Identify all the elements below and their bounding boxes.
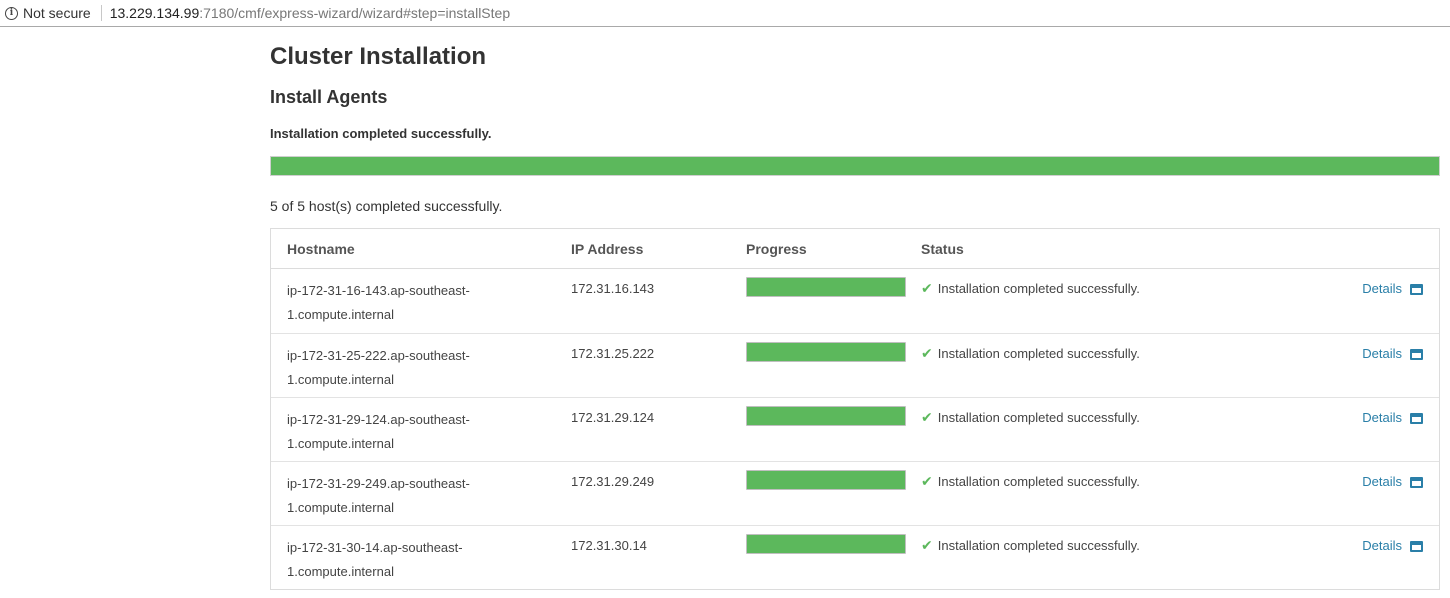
hostname-line1: ip-172-31-29-124.ap-southeast- <box>287 412 470 427</box>
table-row: ip-172-31-16-143.ap-southeast- 1.compute.… <box>271 269 1439 333</box>
table-row: ip-172-31-29-124.ap-southeast- 1.compute.… <box>271 397 1439 461</box>
host-progress-bar <box>746 406 906 426</box>
hostname-line1: ip-172-31-25-222.ap-southeast- <box>287 348 470 363</box>
security-label[interactable]: Not secure <box>23 5 91 21</box>
hostname-line2: 1.compute.internal <box>287 307 394 322</box>
table-header: Hostname IP Address Progress Status <box>271 229 1439 269</box>
header-status: Status <box>921 241 964 257</box>
check-icon: ✔ <box>921 538 933 554</box>
window-icon <box>1410 540 1423 552</box>
ip-address-cell: 172.31.25.222 <box>571 346 655 361</box>
check-icon: ✔ <box>921 474 933 490</box>
details-label: Details <box>1362 538 1402 553</box>
ip-address-cell: 172.31.16.143 <box>571 281 655 296</box>
header-ip-address: IP Address <box>571 241 644 257</box>
check-icon: ✔ <box>921 410 933 426</box>
status-text: Installation completed successfully. <box>937 281 1140 296</box>
hostname-line2: 1.compute.internal <box>287 564 394 579</box>
url-host: 13.229.134.99 <box>109 5 200 21</box>
details-link[interactable]: Details <box>1362 536 1423 556</box>
page-title: Cluster Installation <box>270 43 487 70</box>
details-label: Details <box>1362 281 1402 296</box>
status-text: Installation completed successfully. <box>937 538 1140 553</box>
status-text: Installation completed successfully. <box>937 410 1140 425</box>
hosts-summary: 5 of 5 host(s) completed successfully. <box>270 198 503 214</box>
check-icon: ✔ <box>921 281 933 297</box>
window-icon <box>1410 476 1423 488</box>
url-separator <box>100 5 102 21</box>
status-cell: ✔ Installation completed successfully. <box>921 408 1140 428</box>
info-circle-icon[interactable]: i <box>5 6 18 20</box>
status-cell: ✔ Installation completed successfully. <box>921 536 1140 556</box>
details-link[interactable]: Details <box>1362 472 1423 492</box>
check-icon: ✔ <box>921 346 933 362</box>
ip-address-cell: 172.31.29.249 <box>571 474 655 489</box>
status-cell: ✔ Installation completed successfully. <box>921 279 1140 299</box>
hostname-line1: ip-172-31-16-143.ap-southeast- <box>287 283 470 298</box>
window-icon <box>1410 412 1423 424</box>
overall-progress-fill <box>271 157 1439 175</box>
status-text: Installation completed successfully. <box>937 346 1140 361</box>
host-progress-bar <box>746 534 906 554</box>
host-progress-fill <box>747 407 905 425</box>
hostname-cell: ip-172-31-30-14.ap-southeast- 1.compute.i… <box>287 536 487 584</box>
status-cell: ✔ Installation completed successfully. <box>921 472 1140 492</box>
page-subtitle: Install Agents <box>270 87 388 107</box>
installation-status-message: Installation completed successfully. <box>270 126 492 141</box>
hostname-cell: ip-172-31-29-249.ap-southeast- 1.compute.… <box>287 472 487 520</box>
details-link[interactable]: Details <box>1362 344 1423 364</box>
table-row: ip-172-31-30-14.ap-southeast- 1.compute.i… <box>271 525 1439 589</box>
header-hostname: Hostname <box>287 241 355 257</box>
hostname-line2: 1.compute.internal <box>287 500 394 515</box>
host-progress-fill <box>747 343 905 361</box>
table-row: ip-172-31-25-222.ap-southeast- 1.compute.… <box>271 333 1439 397</box>
header-progress: Progress <box>746 241 807 257</box>
status-text: Installation completed successfully. <box>937 474 1140 489</box>
window-icon <box>1410 283 1423 295</box>
host-progress-fill <box>747 535 905 553</box>
table-row: ip-172-31-29-249.ap-southeast- 1.compute.… <box>271 461 1439 525</box>
hostname-cell: ip-172-31-25-222.ap-southeast- 1.compute.… <box>287 344 487 392</box>
url-field[interactable]: 13.229.134.99:7180/cmf/express-wizard/wi… <box>110 5 510 21</box>
host-progress-bar <box>746 342 906 362</box>
hostname-cell: ip-172-31-29-124.ap-southeast- 1.compute.… <box>287 408 487 456</box>
status-cell: ✔ Installation completed successfully. <box>921 344 1140 364</box>
details-label: Details <box>1362 346 1402 361</box>
url-path: :7180/cmf/express-wizard/wizard#step=ins… <box>199 5 511 21</box>
host-progress-bar <box>746 470 906 490</box>
hostname-line1: ip-172-31-29-249.ap-southeast- <box>287 476 470 491</box>
host-progress-fill <box>747 471 905 489</box>
hostname-line2: 1.compute.internal <box>287 436 394 451</box>
hostname-line2: 1.compute.internal <box>287 372 394 387</box>
hostname-cell: ip-172-31-16-143.ap-southeast- 1.compute.… <box>287 279 487 327</box>
hostname-line1: ip-172-31-30-14.ap-southeast- <box>287 540 463 555</box>
window-icon <box>1410 348 1423 360</box>
details-link[interactable]: Details <box>1362 408 1423 428</box>
ip-address-cell: 172.31.29.124 <box>571 410 655 425</box>
details-link[interactable]: Details <box>1362 279 1423 299</box>
host-progress-fill <box>747 278 905 296</box>
details-label: Details <box>1362 410 1402 425</box>
hosts-table: Hostname IP Address Progress Status ip-1… <box>270 228 1440 590</box>
overall-progress-bar <box>270 156 1440 176</box>
host-progress-bar <box>746 277 906 297</box>
details-label: Details <box>1362 474 1402 489</box>
address-bar[interactable]: i Not secure 13.229.134.99:7180/cmf/expr… <box>0 0 1450 27</box>
ip-address-cell: 172.31.30.14 <box>571 538 647 553</box>
table-body: ip-172-31-16-143.ap-southeast- 1.compute.… <box>271 269 1439 589</box>
